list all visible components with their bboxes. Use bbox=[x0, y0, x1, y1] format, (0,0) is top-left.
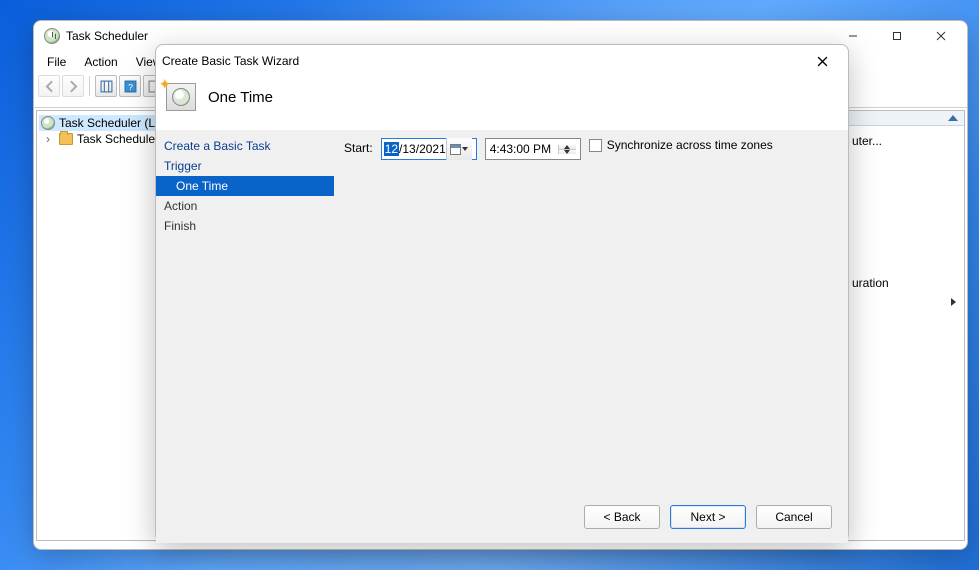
folder-icon bbox=[59, 133, 73, 145]
tree-root-label: Task Scheduler (Lo bbox=[59, 116, 162, 130]
trigger-form: Start: 12/13/2021 Synchronize a bbox=[334, 130, 848, 491]
date-rest-segment[interactable]: /13/2021 bbox=[399, 142, 446, 156]
scheduler-icon bbox=[41, 116, 55, 130]
collapse-up-icon[interactable] bbox=[948, 115, 958, 121]
back-button[interactable]: < Back bbox=[584, 505, 660, 529]
menu-file[interactable]: File bbox=[40, 53, 73, 71]
dialog-close-button[interactable] bbox=[802, 47, 842, 75]
wizard-steps-list: Create a Basic Task Trigger One Time Act… bbox=[156, 130, 334, 491]
step-create-basic-task[interactable]: Create a Basic Task bbox=[156, 136, 334, 156]
expand-icon[interactable]: › bbox=[41, 132, 55, 146]
maximize-button[interactable] bbox=[875, 22, 919, 50]
dialog-titlebar: Create Basic Task Wizard bbox=[156, 45, 848, 77]
svg-text:?: ? bbox=[128, 81, 133, 91]
create-basic-task-wizard-dialog: Create Basic Task Wizard One Time Create… bbox=[155, 44, 849, 542]
sync-label: Synchronize across time zones bbox=[607, 138, 773, 152]
step-trigger[interactable]: Trigger bbox=[156, 156, 334, 176]
step-one-time[interactable]: One Time bbox=[156, 176, 334, 196]
sync-timezones-option[interactable]: Synchronize across time zones bbox=[589, 138, 773, 152]
close-button[interactable] bbox=[919, 22, 963, 50]
tree-child-label: Task Scheduler bbox=[77, 132, 159, 146]
next-button[interactable]: Next > bbox=[670, 505, 746, 529]
toolbar-panes-button[interactable] bbox=[95, 75, 117, 97]
actions-pane: uter... uration bbox=[843, 110, 965, 541]
action-item[interactable]: uter... bbox=[850, 130, 958, 152]
dialog-header: One Time bbox=[156, 77, 848, 129]
dialog-heading: One Time bbox=[208, 89, 273, 106]
action-expand-row[interactable] bbox=[850, 294, 958, 310]
calendar-icon bbox=[450, 144, 461, 155]
time-input[interactable] bbox=[486, 142, 558, 156]
dialog-title: Create Basic Task Wizard bbox=[162, 54, 299, 68]
step-finish: Finish bbox=[156, 216, 334, 236]
start-time-picker[interactable] bbox=[485, 138, 581, 160]
nav-forward-button[interactable] bbox=[62, 75, 84, 97]
action-item[interactable]: uration bbox=[850, 272, 958, 294]
sync-checkbox[interactable] bbox=[589, 139, 602, 152]
nav-back-button[interactable] bbox=[38, 75, 60, 97]
calendar-dropdown-button[interactable] bbox=[446, 138, 472, 160]
chevron-right-icon bbox=[951, 298, 956, 306]
chevron-down-icon bbox=[462, 147, 468, 151]
start-label: Start: bbox=[344, 138, 373, 155]
date-selected-segment[interactable]: 12 bbox=[384, 142, 399, 156]
task-scheduler-icon bbox=[44, 28, 60, 44]
cancel-button[interactable]: Cancel bbox=[756, 505, 832, 529]
time-spin-down[interactable] bbox=[559, 150, 576, 154]
start-date-picker[interactable]: 12/13/2021 bbox=[381, 138, 477, 160]
wizard-clock-icon bbox=[166, 83, 196, 111]
main-window-title: Task Scheduler bbox=[66, 29, 148, 43]
menu-action[interactable]: Action bbox=[77, 53, 124, 71]
step-action: Action bbox=[156, 196, 334, 216]
dialog-footer: < Back Next > Cancel bbox=[156, 491, 848, 543]
toolbar-help-button[interactable]: ? bbox=[119, 75, 141, 97]
